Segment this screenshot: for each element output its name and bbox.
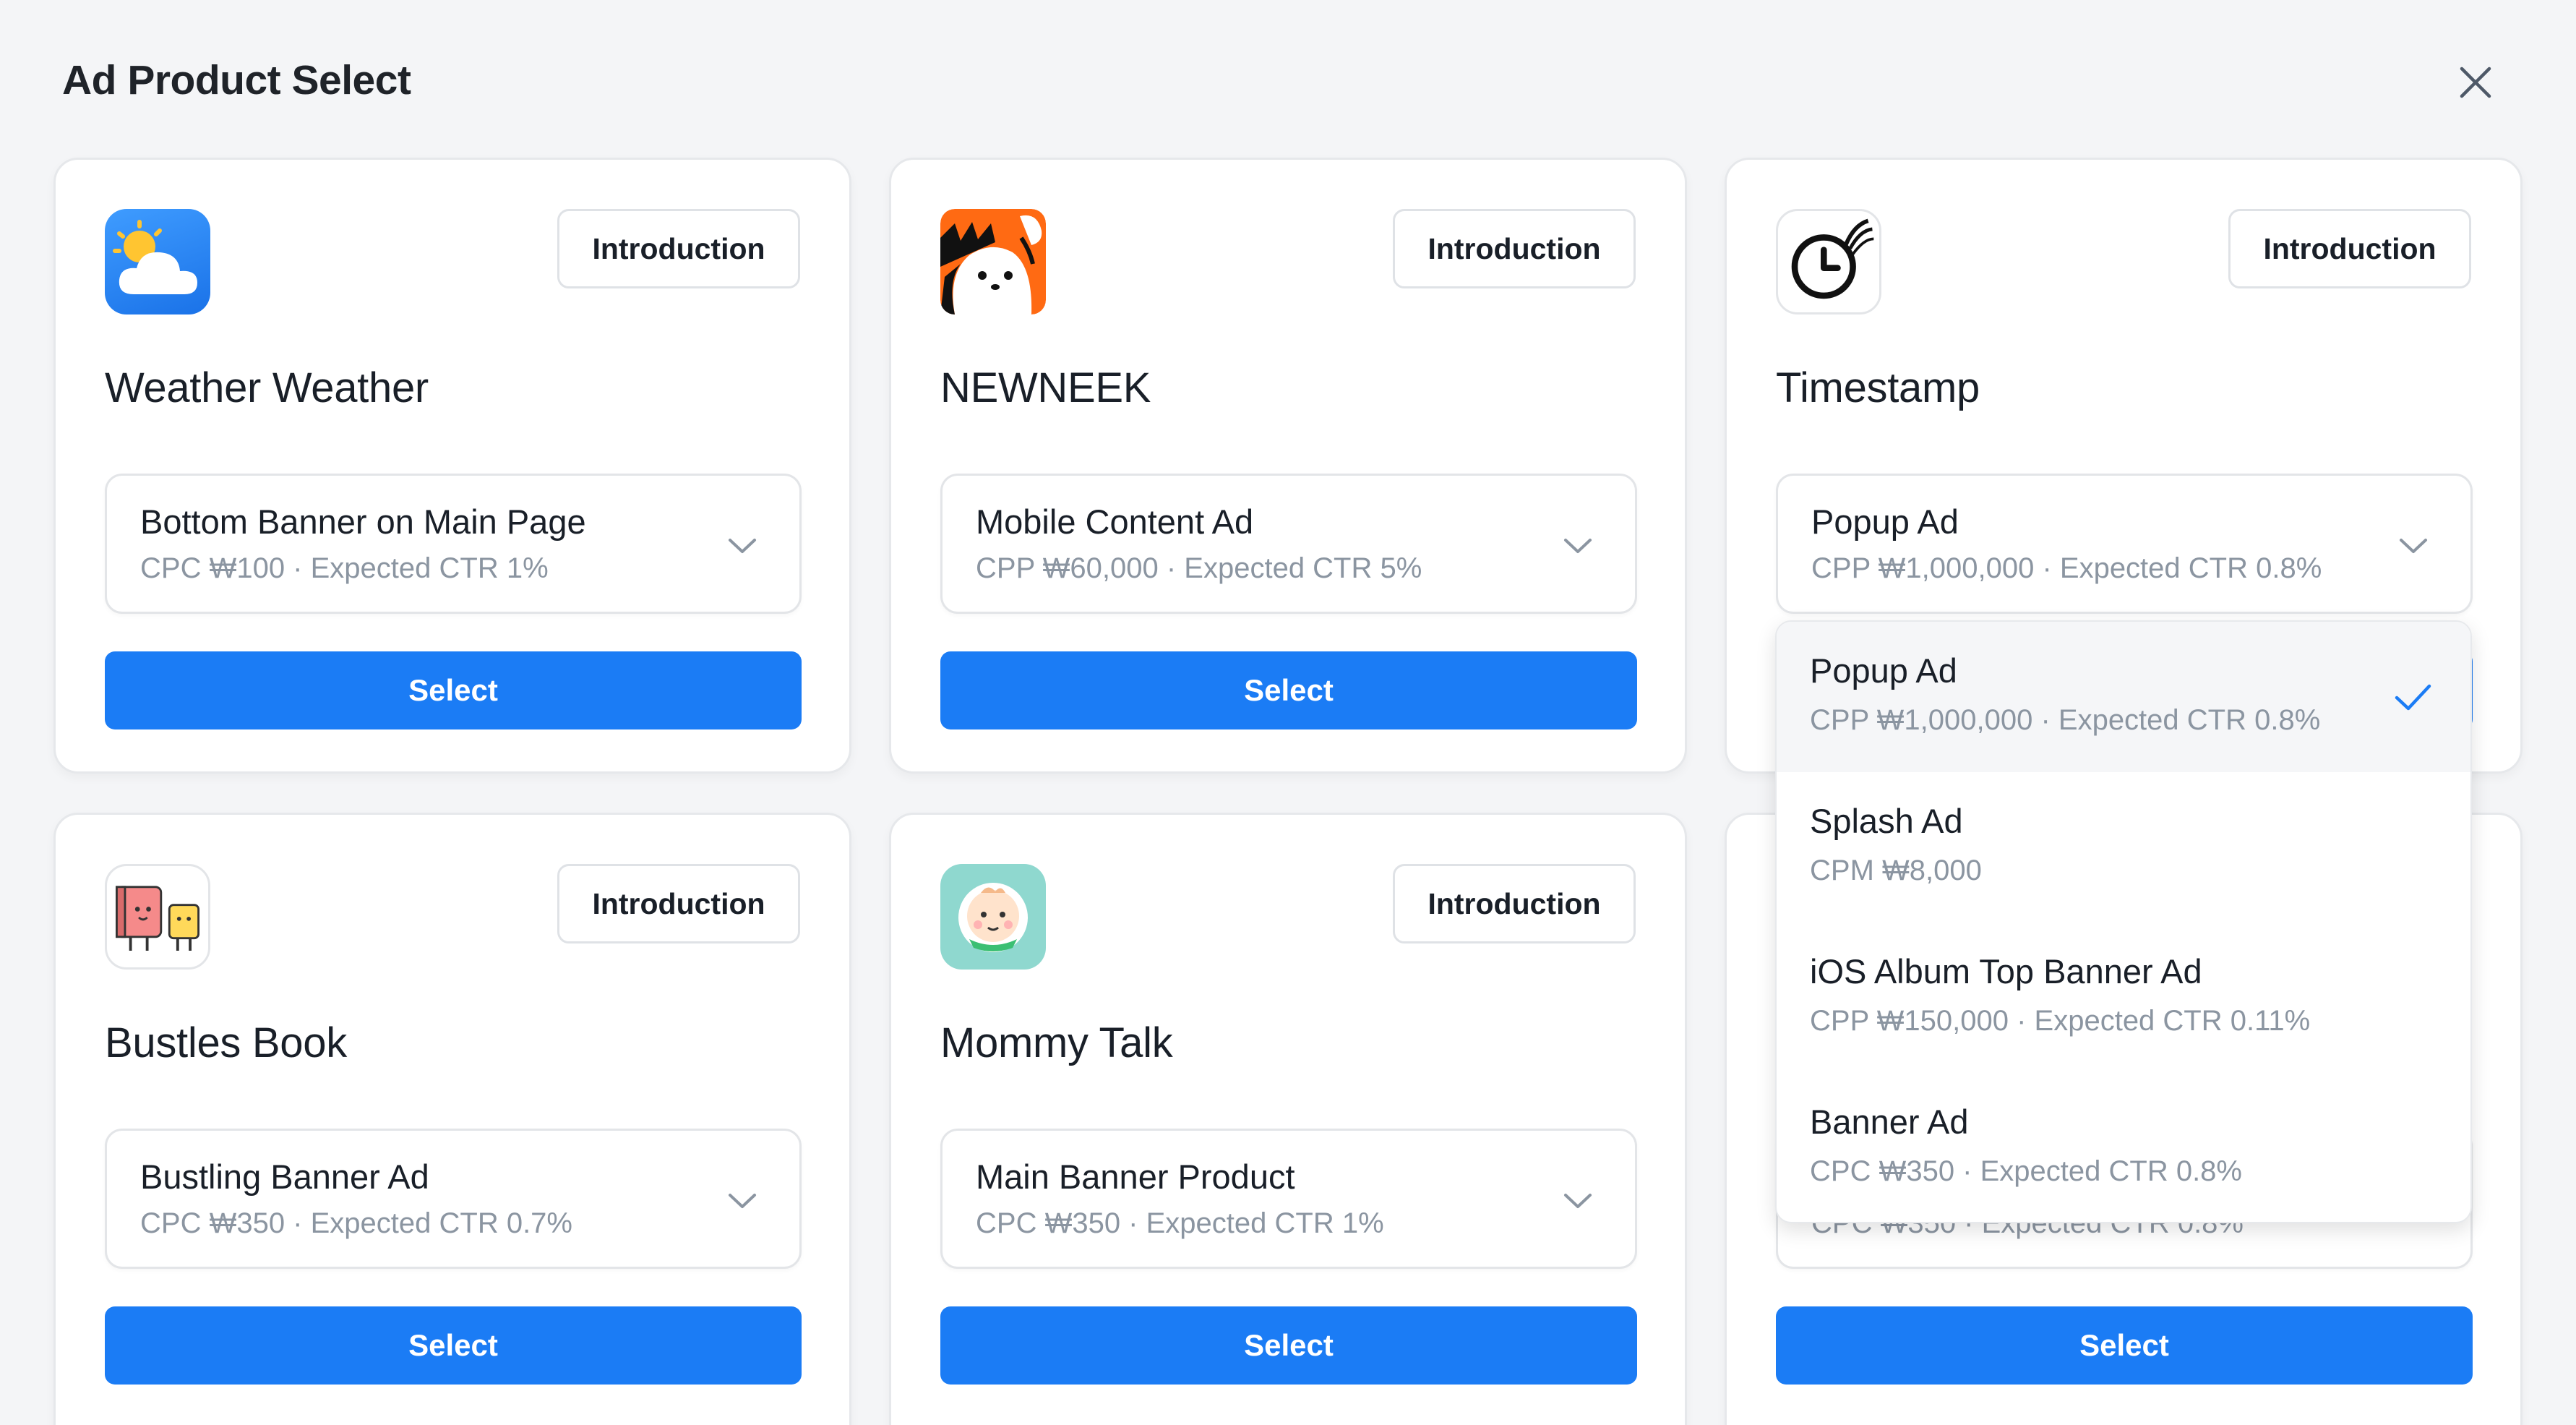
selected-product-price: CPC ₩350 · Expected CTR 0.7% (140, 1207, 572, 1239)
ad-product-dropdown[interactable]: Main Banner Product CPC ₩350 · Expected … (940, 1129, 1637, 1269)
ad-product-dropdown[interactable]: Bustling Banner Ad CPC ₩350 · Expected C… (105, 1129, 802, 1269)
option-price: CPM ₩8,000 (1810, 855, 1982, 886)
ad-product-dropdown[interactable]: Bottom Banner on Main Page CPC ₩100 · Ex… (105, 474, 802, 614)
selected-product-title: Main Banner Product (976, 1157, 1295, 1196)
option-splash-ad[interactable]: Splash Ad CPM ₩8,000 (1777, 772, 2470, 923)
app-name: Mommy Talk (940, 1019, 1173, 1066)
product-card-mommy-talk: Introduction Mommy Talk Main Banner Prod… (889, 813, 1687, 1425)
option-price: CPP ₩150,000 · Expected CTR 0.11% (1810, 1005, 2311, 1037)
select-button[interactable]: Select (940, 651, 1637, 729)
app-name: Timestamp (1776, 364, 1980, 411)
baby-face-icon (940, 864, 1046, 970)
introduction-button[interactable]: Introduction (557, 209, 800, 288)
option-ios-album-top-banner-ad[interactable]: iOS Album Top Banner Ad CPP ₩150,000 · E… (1777, 923, 2470, 1073)
product-card-newneek: Introduction NEWNEEK Mobile Content Ad C… (889, 158, 1687, 774)
selected-product-price: CPP ₩1,000,000 · Expected CTR 0.8% (1811, 552, 2322, 584)
option-price: CPP ₩1,000,000 · Expected CTR 0.8% (1810, 704, 2321, 736)
introduction-button[interactable]: Introduction (1393, 864, 1636, 943)
option-title: iOS Album Top Banner Ad (1810, 952, 2202, 990)
product-card-bustles-book: Introduction Bustles Book Bustling Banne… (53, 813, 851, 1425)
selected-product-title: Bottom Banner on Main Page (140, 502, 586, 541)
option-title: Popup Ad (1810, 651, 1957, 690)
chevron-down-icon (729, 539, 756, 553)
chevron-down-icon (1564, 1194, 1592, 1208)
close-icon (2460, 67, 2491, 98)
option-banner-ad[interactable]: Banner Ad CPC ₩350 · Expected CTR 0.8% (1777, 1073, 2470, 1222)
select-button[interactable]: Select (105, 651, 802, 729)
app-name: Bustles Book (105, 1019, 347, 1066)
page-title: Ad Product Select (62, 57, 411, 103)
close-button[interactable] (2443, 56, 2508, 108)
selected-product-title: Popup Ad (1811, 502, 1959, 541)
selected-product-price: CPC ₩350 · Expected CTR 1% (976, 1207, 1384, 1239)
selected-product-title: Bustling Banner Ad (140, 1157, 429, 1196)
clock-icon (1776, 209, 1881, 314)
introduction-button[interactable]: Introduction (557, 864, 800, 943)
book-characters-icon (105, 864, 210, 970)
introduction-button[interactable]: Introduction (1393, 209, 1636, 288)
option-title: Banner Ad (1810, 1103, 1969, 1141)
ad-product-dropdown[interactable]: Mobile Content Ad CPP ₩60,000 · Expected… (940, 474, 1637, 614)
ad-product-select-dialog: Ad Product Select Introduction Weather W… (0, 0, 2576, 1425)
check-icon (2395, 684, 2431, 711)
chevron-down-icon (1564, 539, 1592, 553)
selected-product-title: Mobile Content Ad (976, 502, 1254, 541)
option-popup-ad[interactable]: Popup Ad CPP ₩1,000,000 · Expected CTR 0… (1777, 622, 2470, 772)
chevron-down-icon (729, 1194, 756, 1208)
ad-product-dropdown[interactable]: Popup Ad CPP ₩1,000,000 · Expected CTR 0… (1776, 474, 2473, 614)
select-button[interactable]: Select (1776, 1306, 2473, 1385)
select-button[interactable]: Select (105, 1306, 802, 1385)
option-title: Splash Ad (1810, 802, 1963, 840)
select-button[interactable]: Select (940, 1306, 1637, 1385)
weather-cloud-icon (105, 209, 210, 314)
chevron-down-icon (2400, 539, 2427, 553)
product-card-weather-weather: Introduction Weather Weather Bottom Bann… (53, 158, 851, 774)
ad-product-options-list: Popup Ad CPP ₩1,000,000 · Expected CTR 0… (1775, 620, 2472, 1223)
selected-product-price: CPC ₩100 · Expected CTR 1% (140, 552, 549, 584)
introduction-button[interactable]: Introduction (2228, 209, 2471, 288)
selected-product-price: CPP ₩60,000 · Expected CTR 5% (976, 552, 1422, 584)
app-name: Weather Weather (105, 364, 429, 411)
option-price: CPC ₩350 · Expected CTR 0.8% (1810, 1155, 2242, 1187)
app-name: NEWNEEK (940, 364, 1151, 411)
hedgehog-mascot-icon (940, 209, 1046, 314)
